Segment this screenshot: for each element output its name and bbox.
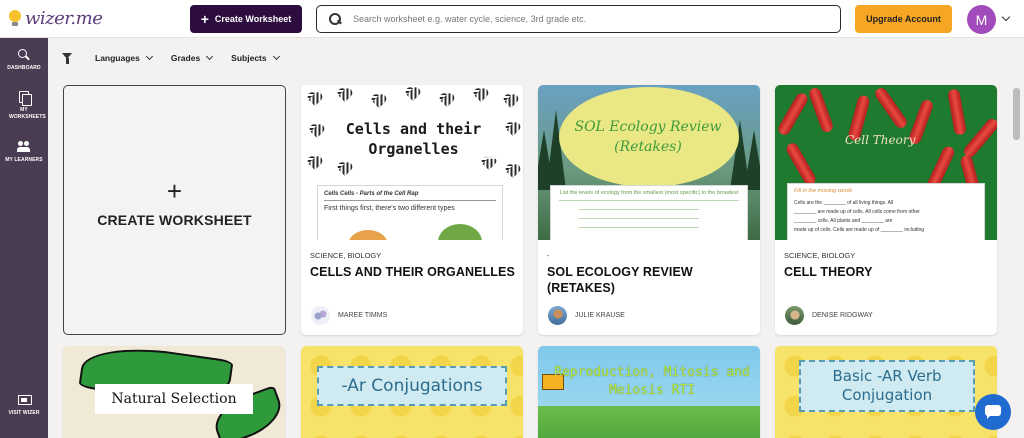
author-name: JULIE KRAUSE: [575, 311, 625, 319]
thumbnail-title: Reproduction, Mitosis and Meiosis RTI: [554, 365, 750, 398]
thumbnail-title: SOL Ecology Review (Retakes): [574, 119, 722, 155]
create-worksheet-card-label: CREATE WORKSHEET: [97, 212, 252, 228]
chevron-down-icon[interactable]: [1002, 14, 1010, 22]
cell-illustration: [438, 224, 482, 240]
filter-subjects[interactable]: Subjects: [231, 52, 280, 63]
card-title[interactable]: CELL THEORY: [784, 264, 989, 280]
card-subject: -: [547, 251, 550, 260]
people-icon: [17, 140, 31, 154]
logo-text: wizer.me: [25, 8, 103, 29]
card-title[interactable]: SOL ECOLOGY REVIEW (RETAKES): [547, 264, 752, 296]
author-avatar: [785, 305, 804, 325]
worksheet-card[interactable]: SOL Ecology Review (Retakes) List the le…: [538, 85, 760, 335]
author-avatar: [311, 305, 330, 325]
filter-bar: Languages Grades Subjects: [62, 50, 298, 66]
worksheet-card[interactable]: Reproduction, Mitosis and Meiosis RTI: [538, 346, 760, 438]
worksheet-card[interactable]: Cells and their Organelles Cells Cells -…: [301, 85, 523, 335]
search-icon: [329, 13, 341, 25]
chevron-down-icon: [145, 52, 153, 60]
thumbnail-title: Cells and their Organelles: [331, 119, 496, 159]
upgrade-account-button[interactable]: Upgrade Account: [855, 5, 952, 33]
wizer-logo[interactable]: wizer.me: [8, 8, 103, 29]
author-name: DENISE RIDGWAY: [812, 311, 873, 319]
thumbnail-title: Basic -AR Verb Conjugation: [799, 360, 975, 412]
sidebar-item-label: VISIT WIZER: [8, 410, 40, 416]
worksheet-thumbnail: Basic -AR Verb Conjugation: [775, 346, 997, 438]
sidebar-item-label: MY WORKSHEETS: [9, 107, 46, 120]
plus-icon: +: [200, 11, 209, 27]
plus-icon: +: [166, 176, 183, 206]
card-subject: SCIENCE, BIOLOGY: [310, 251, 382, 260]
sidebar-item-label: DASHBOARD: [7, 65, 41, 71]
filter-languages[interactable]: Languages: [95, 52, 153, 63]
card-author[interactable]: DENISE RIDGWAY: [785, 305, 873, 325]
cell-illustration: [348, 230, 388, 240]
filter-icon[interactable]: [62, 52, 73, 64]
worksheet-thumbnail: Reproduction, Mitosis and Meiosis RTI: [538, 346, 760, 438]
author-name: MAREE TIMMS: [338, 311, 388, 319]
thumbnail-title: -Ar Conjugations: [317, 366, 507, 406]
filter-grades[interactable]: Grades: [171, 52, 214, 63]
worksheet-card[interactable]: -Ar Conjugations: [301, 346, 523, 438]
avatar[interactable]: M: [967, 5, 996, 34]
card-title[interactable]: CELLS AND THEIR ORGANELLES: [310, 264, 515, 280]
worksheet-thumbnail: SOL Ecology Review (Retakes) List the le…: [538, 85, 760, 240]
chat-bubble-icon[interactable]: [975, 394, 1011, 430]
sidebar: DASHBOARD MY WORKSHEETS MY LEARNERS VISI…: [0, 38, 48, 438]
worksheet-paper: Cells Cells - Parts of the Cell Rap Firs…: [317, 185, 503, 240]
create-worksheet-card[interactable]: + CREATE WORKSHEET: [63, 85, 286, 335]
chevron-down-icon: [206, 52, 214, 60]
create-worksheet-button[interactable]: + Create Worksheet: [190, 5, 302, 33]
scrollbar[interactable]: [1012, 84, 1021, 438]
chat-icon: [17, 393, 32, 407]
worksheet-card[interactable]: Natural Selection: [63, 346, 285, 438]
search-icon: [17, 48, 31, 62]
scrollbar-thumb[interactable]: [1013, 88, 1020, 140]
author-avatar: [548, 305, 567, 325]
chevron-down-icon: [272, 52, 280, 60]
card-author[interactable]: MAREE TIMMS: [311, 305, 387, 325]
sidebar-item-visit-wizer[interactable]: VISIT WIZER: [0, 393, 48, 417]
thumbnail-title: Natural Selection: [95, 384, 253, 414]
create-worksheet-label: Create Worksheet: [214, 14, 292, 24]
worksheet-card[interactable]: Basic -AR Verb Conjugation: [775, 346, 997, 438]
sidebar-item-my-worksheets[interactable]: MY WORKSHEETS: [0, 90, 48, 121]
worksheet-card[interactable]: Cell Theory Fill in the missing words Ce…: [775, 85, 997, 335]
worksheet-paper: List the levels of ecology from the smal…: [550, 185, 748, 240]
search-input[interactable]: [353, 14, 823, 24]
copy-icon: [17, 90, 32, 106]
worksheet-thumbnail: Natural Selection: [63, 346, 285, 438]
worksheet-thumbnail: -Ar Conjugations: [301, 346, 523, 438]
thumbnail-title: Cell Theory: [845, 133, 916, 147]
card-subject: SCIENCE, BIOLOGY: [784, 251, 856, 260]
card-author[interactable]: JULIE KRAUSE: [548, 305, 625, 325]
lightbulb-icon: [8, 9, 22, 28]
sidebar-item-label: MY LEARNERS: [5, 157, 43, 163]
search-bar[interactable]: [316, 5, 841, 33]
worksheet-paper: Fill in the missing words Cells are the …: [787, 183, 985, 240]
sidebar-item-dashboard[interactable]: DASHBOARD: [0, 48, 48, 72]
top-bar: wizer.me + Create Worksheet Upgrade Acco…: [0, 0, 1024, 38]
sidebar-item-my-learners[interactable]: MY LEARNERS: [0, 140, 48, 164]
worksheet-thumbnail: Cells and their Organelles Cells Cells -…: [301, 85, 523, 240]
worksheet-thumbnail: Cell Theory Fill in the missing words Ce…: [775, 85, 997, 240]
